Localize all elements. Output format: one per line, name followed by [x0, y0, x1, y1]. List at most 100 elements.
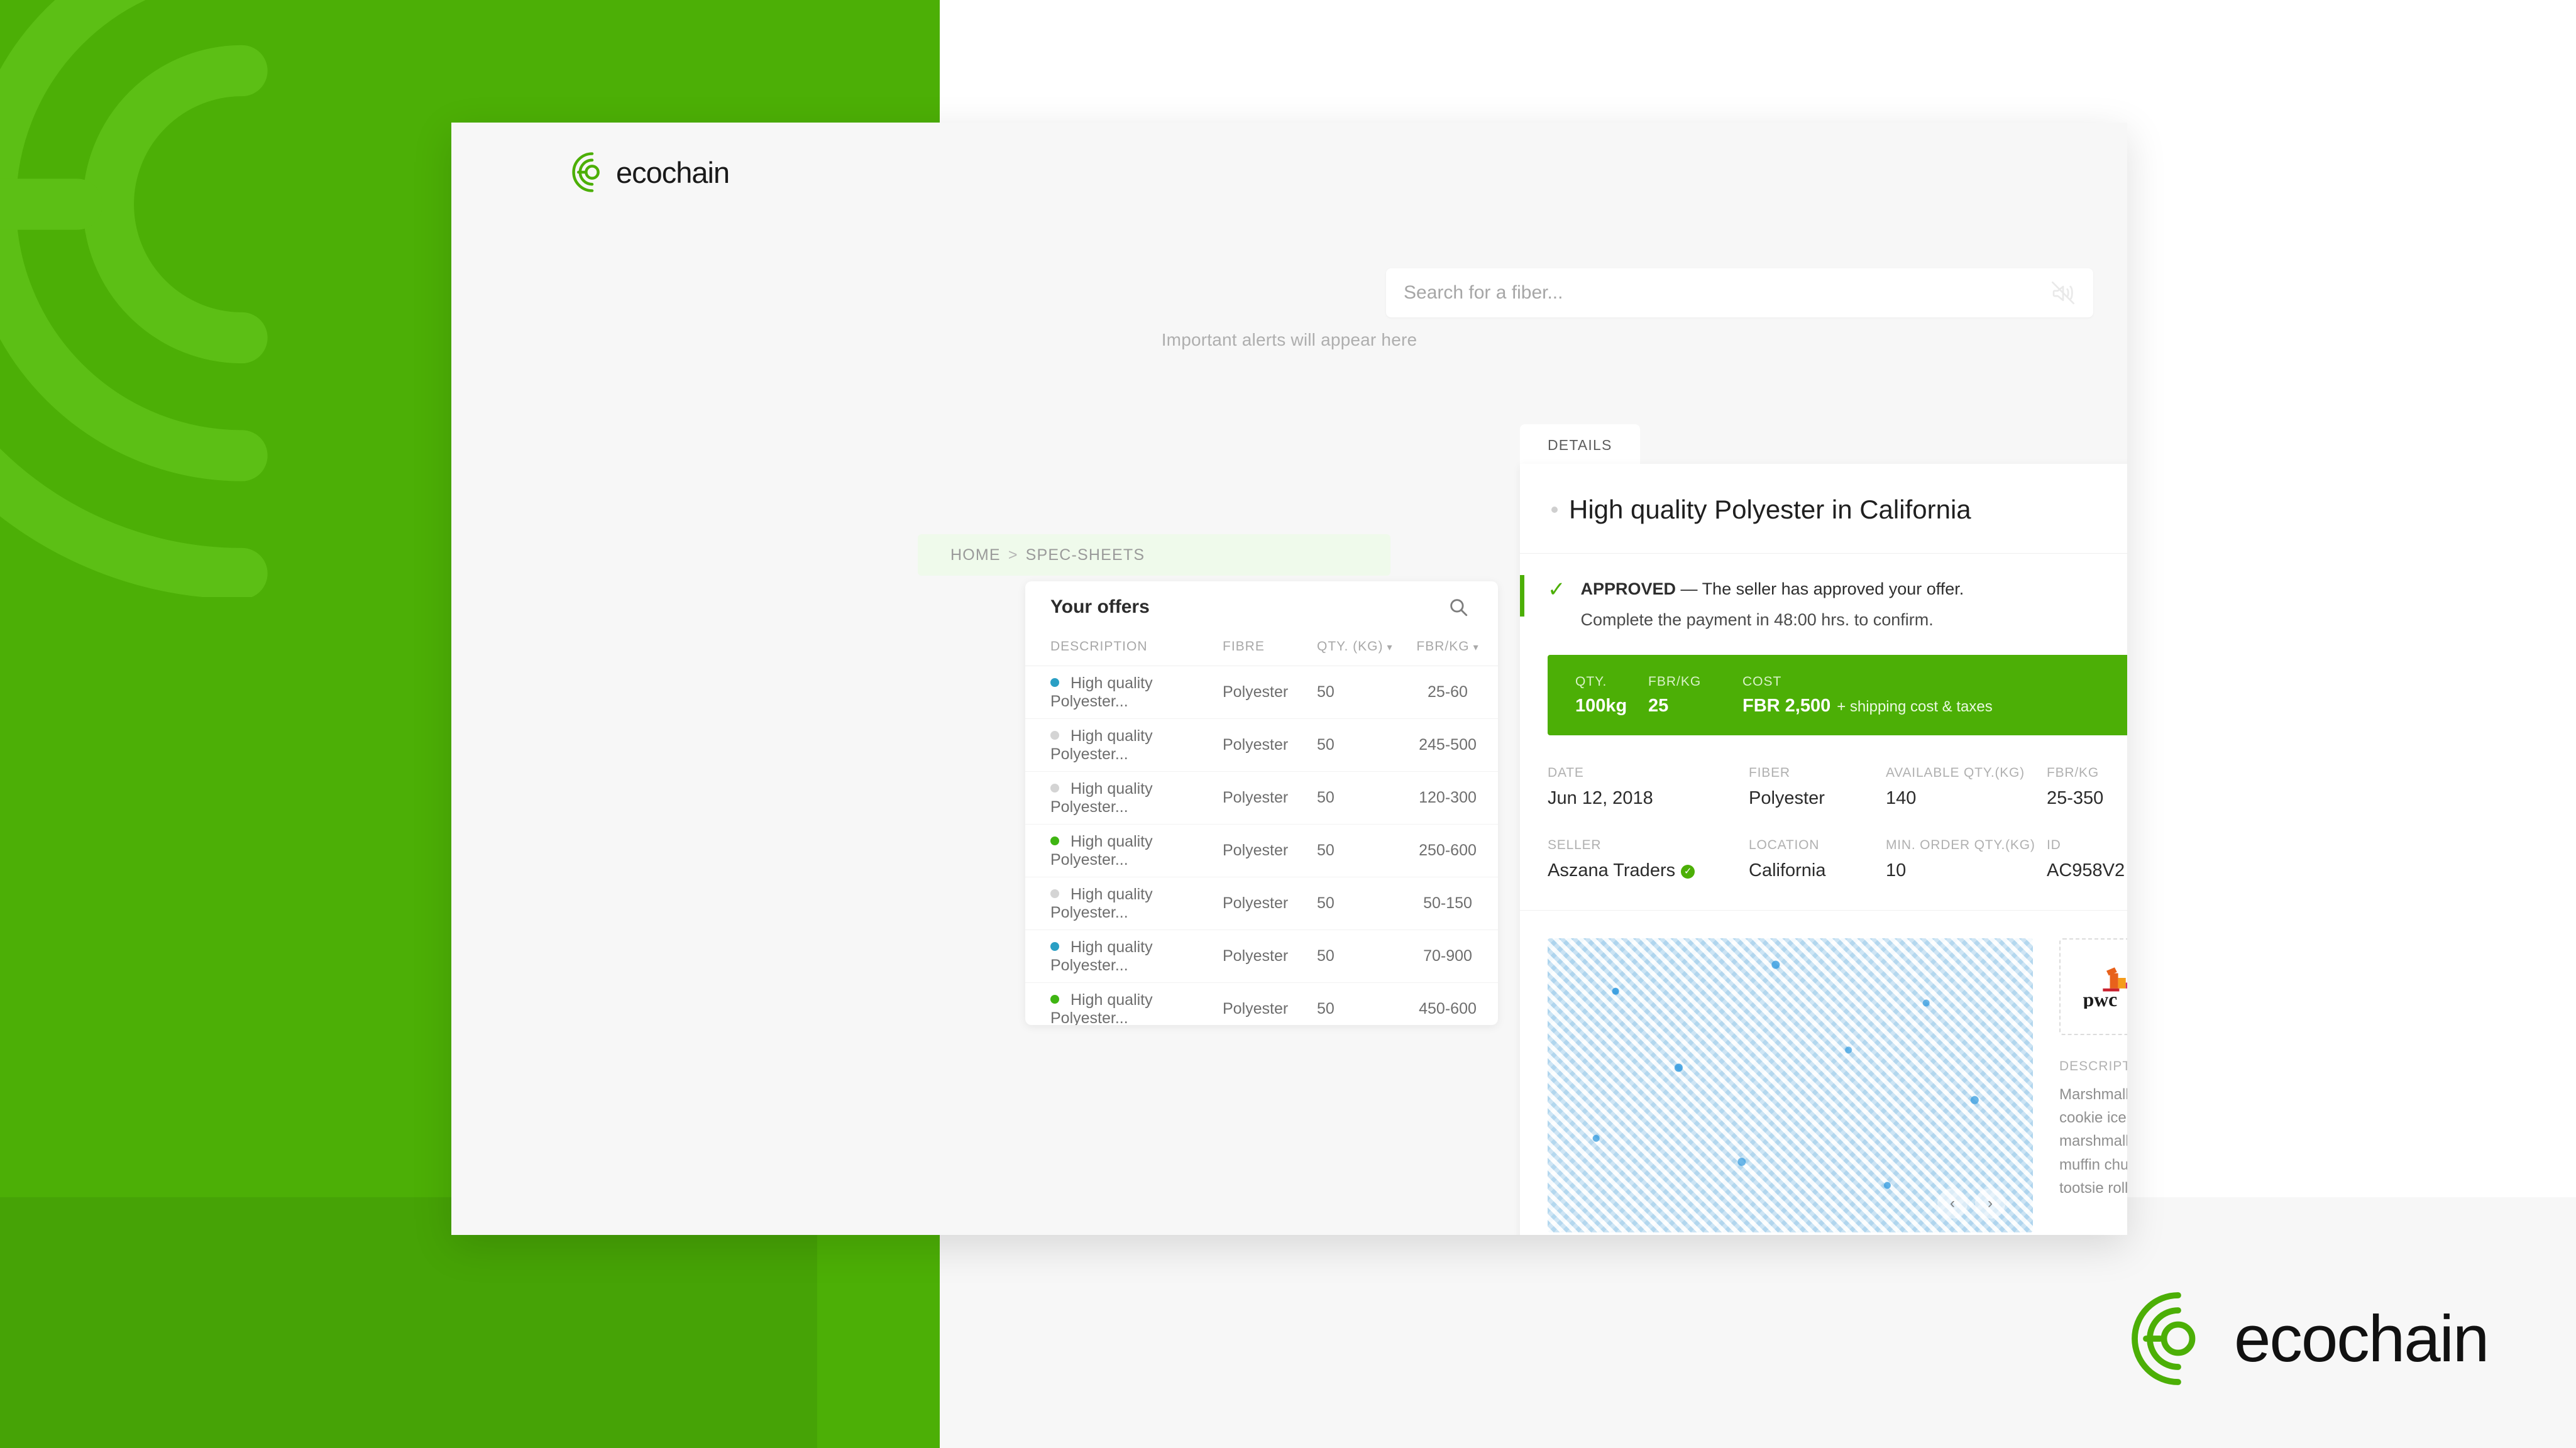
tab-details[interactable]: DETAILS: [1520, 424, 1640, 465]
meta-location-label: LOCATION: [1749, 838, 1820, 852]
status-dot: [1050, 994, 1059, 1004]
pwc-logo-icon: pwc: [2079, 965, 2127, 1009]
status-accent-bar: [1520, 575, 1524, 617]
breadcrumb-home[interactable]: HOME: [950, 546, 1001, 564]
row-fbr-cell: 250-600: [1397, 825, 1498, 877]
description-label: DESCRIPTION: [2059, 1059, 2127, 1073]
brand-wordmark: ecochain: [616, 155, 730, 189]
meta-date: DATE Jun 12, 2018: [1548, 765, 1749, 809]
row-qty-cell: 50: [1317, 736, 1335, 754]
svg-text:pwc: pwc: [2083, 989, 2118, 1009]
table-row[interactable]: High quality Polyester... Polyester 50 120-…: [1025, 772, 1498, 825]
detail-panel: High quality Polyester in California ✓ A…: [1520, 464, 2127, 1235]
payment-qty-value: 100kg: [1575, 695, 1627, 716]
row-fbr-cell: 70-900: [1397, 930, 1498, 983]
row-fibre-cell: Polyester: [1223, 789, 1289, 806]
payment-cost-amount: FBR 2,500: [1742, 695, 1831, 716]
meta-id: ID AC958V2: [2047, 838, 2127, 881]
meta-date-value: Jun 12, 2018: [1548, 788, 1653, 808]
payment-cost-value: FBR 2,500 + shipping cost & taxes: [1742, 696, 2127, 716]
verified-check-icon: ✓: [1681, 865, 1695, 879]
column-header-fbr-kg[interactable]: FBR/KG ▾: [1397, 633, 1498, 666]
breadcrumb-spec-sheets[interactable]: SPEC-SHEETS: [1026, 546, 1145, 564]
row-description-text: High quality Polyester...: [1050, 990, 1153, 1026]
row-fbr-text: 50-150: [1423, 894, 1472, 912]
row-fbr-cell: 120-300: [1397, 772, 1498, 825]
status-dot: [1050, 889, 1059, 898]
row-fbr-text: 120-300: [1419, 789, 1477, 806]
brand-logo[interactable]: ecochain: [572, 152, 730, 192]
carousel-prev-button[interactable]: ‹: [1937, 1188, 1968, 1219]
search-icon[interactable]: [1448, 596, 1469, 618]
media-right-column: pwc AUDITED BY PWC Mexico Know more: [2059, 938, 2127, 1232]
row-description-cell: High quality Polyester...: [1025, 930, 1223, 983]
meta-row-1: DATE Jun 12, 2018 FIBER Polyester AVAILA…: [1548, 765, 2127, 809]
row-fbr-cell: 245-500: [1397, 719, 1498, 772]
meta-seller-value-group: Aszana Traders ✓: [1548, 860, 1749, 881]
muted-megaphone-icon[interactable]: [2050, 280, 2076, 305]
row-fbr-text: 70-900: [1423, 947, 1472, 965]
row-fibre-cell: Polyester: [1223, 842, 1289, 859]
alerts-banner: Important alerts will appear here: [1161, 330, 1417, 349]
row-description-text: High quality Polyester...: [1050, 885, 1153, 921]
column-header-qty[interactable]: QTY. (KG) ▾: [1317, 633, 1397, 666]
chevron-down-icon: ▾: [1387, 642, 1393, 653]
status-dot: [1050, 783, 1059, 793]
row-description-text: High quality Polyester...: [1050, 674, 1153, 710]
meta-min-order-qty-label: MIN. ORDER QTY.(KG): [1886, 838, 2035, 852]
row-description-text: High quality Polyester...: [1050, 727, 1153, 763]
table-row[interactable]: High quality Polyester... Polyester 50 250-…: [1025, 825, 1498, 877]
offers-table-body: High quality Polyester... Polyester 50 25-6…: [1025, 666, 1498, 1026]
description-text-group: Marshmallow tiramisu oat cake jelly bean…: [2059, 1083, 2127, 1200]
table-row[interactable]: High quality Polyester... Polyester 50 450-…: [1025, 983, 1498, 1026]
chevron-down-icon: ▾: [1473, 642, 1479, 653]
row-description-cell: High quality Polyester...: [1025, 719, 1223, 772]
table-row[interactable]: High quality Polyester... Polyester 50 50-1…: [1025, 877, 1498, 930]
offers-panel-title: Your offers: [1050, 596, 1150, 617]
row-qty-cell: 50: [1317, 947, 1335, 965]
table-row[interactable]: High quality Polyester... Polyester 50 245-…: [1025, 719, 1498, 772]
payment-rate-value: 25: [1648, 695, 1669, 716]
row-fibre-cell: Polyester: [1223, 1000, 1289, 1017]
top-bar: ecochain Important alerts will appear he…: [451, 123, 2127, 349]
ecochain-logo-icon: [572, 152, 612, 192]
row-fibre-cell: Polyester: [1223, 736, 1289, 754]
payment-cost-note: + shipping cost & taxes: [1837, 698, 1993, 715]
meta-seller-label: SELLER: [1548, 838, 1602, 852]
status-dash: —: [1676, 579, 1702, 598]
meta-min-order-qty: MIN. ORDER QTY.(KG) 10: [1886, 838, 2047, 881]
carousel-next-button[interactable]: ›: [1975, 1188, 2005, 1219]
status-dot: [1050, 677, 1059, 687]
meta-available-qty: AVAILABLE QTY.(KG) 140: [1886, 765, 2047, 809]
meta-available-qty-label: AVAILABLE QTY.(KG): [1886, 765, 2025, 780]
table-row[interactable]: High quality Polyester... Polyester 50 70-9…: [1025, 930, 1498, 983]
row-fibre-cell: Polyester: [1223, 894, 1289, 912]
row-qty-cell: 50: [1317, 683, 1335, 701]
row-description-cell: High quality Polyester...: [1025, 877, 1223, 930]
meta-available-qty-value: 140: [1886, 788, 1917, 808]
meta-min-order-qty-value: 10: [1886, 860, 1907, 880]
description-text: Marshmallow tiramisu oat cake jelly bean…: [2059, 1086, 2127, 1197]
search-input[interactable]: [1404, 282, 2050, 304]
search-bar[interactable]: [1386, 268, 2093, 317]
column-header-description[interactable]: DESCRIPTION: [1025, 633, 1223, 666]
meta-id-value: AC958V2: [2047, 860, 2125, 880]
row-description-cell: High quality Polyester...: [1025, 825, 1223, 877]
meta-location-value: California: [1749, 860, 1826, 880]
row-description-text: High quality Polyester...: [1050, 779, 1153, 816]
meta-fiber-label: FIBER: [1749, 765, 1790, 780]
payment-rate-label: FBR/KG: [1648, 674, 1702, 689]
approval-headline-text: The seller has approved your offer.: [1702, 579, 1964, 598]
row-description-cell: High quality Polyester...: [1025, 772, 1223, 825]
meta-fbr-kg-label: FBR/KG: [2047, 765, 2099, 780]
meta-fbr-kg-value: 25-350: [2047, 788, 2104, 808]
status-dot: [1050, 730, 1059, 740]
row-qty-cell: 50: [1317, 894, 1335, 912]
ecochain-logo-icon: [2131, 1292, 2225, 1386]
payment-rate-field: FBR/KG 25: [1648, 674, 1742, 716]
table-row[interactable]: High quality Polyester... Polyester 50 25-6…: [1025, 666, 1498, 719]
page-title: High quality Polyester in California: [1569, 495, 1971, 524]
column-header-fibre[interactable]: FIBRE: [1223, 633, 1317, 666]
meta-id-label: ID: [2047, 838, 2061, 852]
approval-status-row: ✓ APPROVED — The seller has approved you…: [1520, 554, 2127, 655]
